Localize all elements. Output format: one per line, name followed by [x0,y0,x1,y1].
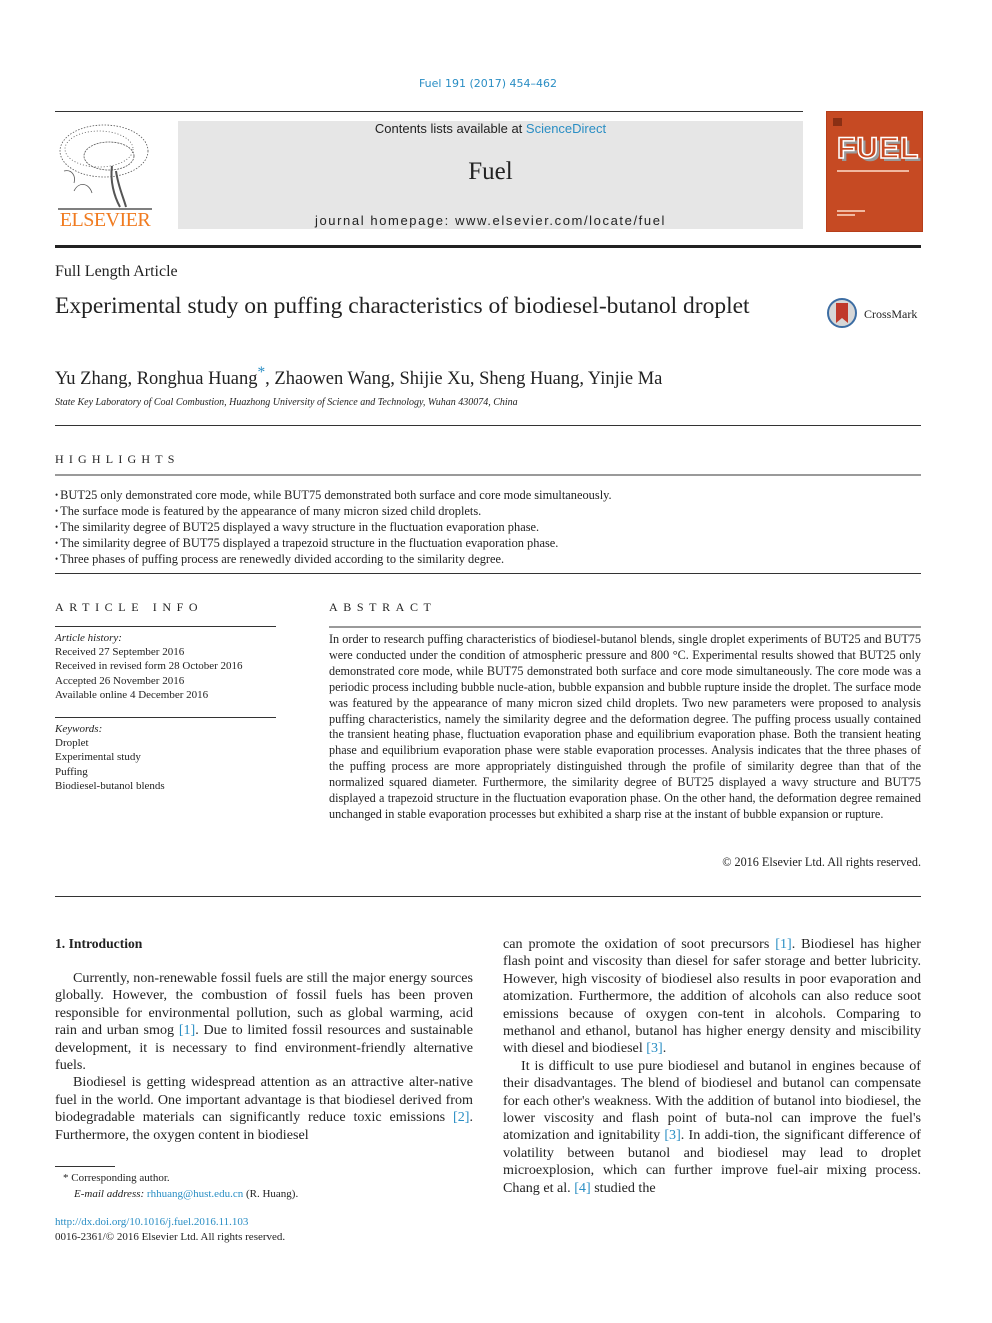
sciencedirect-link[interactable]: ScienceDirect [526,121,606,136]
paragraph: Biodiesel is getting widespread attentio… [55,1074,473,1144]
citation-link[interactable]: [2] [453,1109,469,1125]
homepage-line: journal homepage: www.elsevier.com/locat… [178,213,803,228]
homepage-prefix: journal homepage: [314,213,456,228]
highlight-item: The surface mode is featured by the appe… [55,503,921,519]
keywords-label: Keywords: [55,723,103,735]
doi-link[interactable]: http://dx.doi.org/10.1016/j.fuel.2016.11… [55,1216,248,1228]
paragraph: can promote the oxidation of soot precur… [503,936,921,1058]
divider [55,717,276,718]
abstract-copyright: © 2016 Elsevier Ltd. All rights reserved… [722,855,921,869]
email-suffix: (R. Huang). [243,1188,299,1200]
cover-footer-line [837,214,855,216]
keyword-item: Biodiesel-butanol blends [55,779,165,792]
header-divider [55,111,803,112]
citation-link[interactable]: [4] [574,1180,590,1196]
highlight-item: The similarity degree of BUT75 displayed… [55,535,921,551]
keyword-item: Puffing [55,765,88,778]
citation-link[interactable]: [3] [664,1127,680,1143]
cover-publisher-badge [833,118,842,126]
keyword-item: Droplet [55,737,89,750]
text: . Biodiesel has higher flash point and v… [503,936,921,1057]
cover-footer-line [837,210,865,212]
history-item: Accepted 26 November 2016 [55,674,185,687]
divider [55,573,921,574]
highlight-item: BUT25 only demonstrated core mode, while… [55,487,921,503]
divider [55,425,921,426]
history-label: Article history: [55,632,122,644]
contents-line: Contents lists available at ScienceDirec… [178,121,803,136]
citation-link[interactable]: [1] [775,936,791,952]
footnote-divider [55,1166,115,1167]
divider [55,626,276,627]
text: can promote the oxidation of soot precur… [503,936,776,952]
cover-title: FUEL [836,131,920,166]
abstract-text: In order to research puffing characteris… [329,632,921,821]
body-column-right: can promote the oxidation of soot precur… [503,936,921,1197]
article-title: Experimental study on puffing characteri… [55,293,750,319]
journal-masthead: Contents lists available at ScienceDirec… [178,121,803,229]
citation-link[interactable]: [1] [179,1022,195,1038]
masthead-divider [55,245,921,248]
highlight-item: The similarity degree of BUT25 displayed… [55,519,921,535]
cover-subtitle-line [837,170,909,172]
author-list: Yu Zhang, Ronghua Huang*, Zhaowen Wang, … [55,364,662,390]
keyword-item: Experimental study [55,751,141,764]
crossmark-button[interactable]: CrossMark [827,298,927,334]
corresponding-author-note: * Corresponding author. [63,1172,170,1184]
article-history: Article history: Received 27 September 2… [55,631,276,702]
highlight-item: Three phases of puffing process are rene… [55,551,921,567]
highlights-list: BUT25 only demonstrated core mode, while… [55,487,921,567]
article-type: Full Length Article [55,263,178,280]
paragraph: It is difficult to use pure biodiesel an… [503,1058,921,1197]
article-info-heading: ARTICLE INFO [55,600,204,614]
affiliation: State Key Laboratory of Coal Combustion,… [55,397,518,408]
journal-reference-link[interactable]: Fuel 191 (2017) 454–462 [0,77,976,90]
section-heading-introduction: 1. Introduction [55,936,143,951]
footnote: * Corresponding author. E-mail address: … [55,1170,473,1202]
text: . [662,1040,667,1057]
body-column-left: Currently, non-renewable fossil fuels ar… [55,970,473,1144]
corresponding-author-link[interactable]: * [257,364,265,381]
contents-prefix: Contents lists available at [374,121,526,136]
text: studied the [590,1179,656,1196]
email-link[interactable]: rhhuang@hust.edu.cn [147,1188,243,1200]
email-line: E-mail address: rhhuang@hust.edu.cn (R. … [55,1186,473,1202]
crossmark-label: CrossMark [864,307,918,321]
journal-title: Fuel [468,158,513,185]
email-label: E-mail address: [74,1188,147,1200]
elsevier-wordmark: ELSEVIER [59,209,151,231]
elsevier-tree-icon [58,124,152,210]
issn-copyright: 0016-2361/© 2016 Elsevier Ltd. All right… [55,1231,286,1243]
journal-cover-image[interactable]: FUEL [826,111,923,232]
authors-rest: , Zhaowen Wang, Shijie Xu, Sheng Huang, … [265,369,663,390]
elsevier-logo[interactable]: ELSEVIER [54,121,156,233]
history-item: Available online 4 December 2016 [55,688,209,701]
text: Biodiesel is getting widespread attentio… [55,1074,473,1126]
paragraph: Currently, non-renewable fossil fuels ar… [55,970,473,1074]
divider [55,896,921,897]
divider [55,474,921,476]
citation-link[interactable]: [3] [646,1040,662,1056]
history-item: Received 27 September 2016 [55,646,185,659]
homepage-link[interactable]: www.elsevier.com/locate/fuel [455,213,666,228]
keywords: Keywords: Droplet Experimental study Puf… [55,722,276,793]
divider [329,626,921,628]
highlights-heading: HIGHLIGHTS [55,452,180,466]
abstract-heading: ABSTRACT [329,600,437,614]
history-item: Received in revised form 28 October 2016 [55,660,243,673]
authors-first: Yu Zhang, Ronghua Huang [55,369,258,390]
